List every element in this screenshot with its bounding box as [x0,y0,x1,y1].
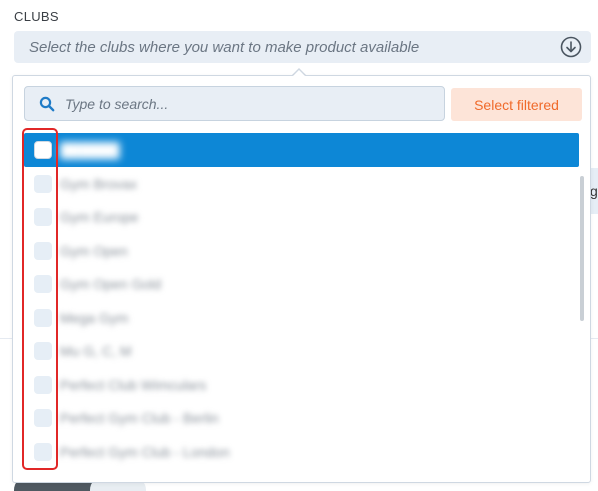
club-label: Perfect Club Wimculars [60,377,207,393]
checkbox[interactable] [34,242,52,260]
list-item[interactable]: Mega Gym [24,301,579,335]
checkbox[interactable] [34,309,52,327]
club-label: Gym Europe [60,209,139,225]
list-item[interactable]: Gym Brovax [24,167,579,201]
list-item[interactable]: Perfect Gym Club - London [24,435,579,469]
list-item[interactable]: Gym Open Gold [24,267,579,301]
clubs-field-label: CLUBS [14,9,59,24]
checkbox[interactable] [34,376,52,394]
checkbox[interactable] [34,443,52,461]
list-item[interactable]: ██████ [24,133,579,167]
checkbox[interactable] [34,275,52,293]
checkbox[interactable] [34,175,52,193]
list-item[interactable]: Perfect Club Wimculars [24,368,579,402]
clubs-dropdown: Select filtered ██████ Gym Brovax Gym Eu… [12,75,591,483]
club-label: Gym Brovax [60,176,138,192]
select-filtered-button[interactable]: Select filtered [451,88,582,121]
list-item[interactable]: Gym Open [24,234,579,268]
checkbox[interactable] [34,141,52,159]
clubs-list: ██████ Gym Brovax Gym Europe Gym Open Gy… [24,133,579,478]
club-label: Mega Gym [60,310,129,326]
club-label: Perfect Gym Club - Berlin [60,410,219,426]
club-label: Perfect Gym Club - London [60,444,230,460]
search-icon [39,96,55,112]
clubs-select-placeholder: Select the clubs where you want to make … [29,39,420,56]
scrollbar[interactable] [580,176,584,321]
club-label: Mu G, C, M [60,343,132,359]
search-box[interactable] [24,86,445,121]
list-item[interactable]: Perfect Gym Club - Berlin [24,401,579,435]
page: g CLUBS Select the clubs where you want … [0,0,598,491]
dropdown-caret-inner [292,70,306,77]
checkbox[interactable] [34,409,52,427]
circle-arrow-down-icon[interactable] [560,36,582,58]
list-item[interactable]: Mu G, C, M [24,334,579,368]
checkbox[interactable] [34,208,52,226]
checkbox[interactable] [34,342,52,360]
club-label: Gym Open Gold [60,276,162,292]
list-item[interactable]: Gym Europe [24,200,579,234]
search-input[interactable] [65,87,435,120]
club-label: Gym Open [60,243,128,259]
clubs-select[interactable]: Select the clubs where you want to make … [14,31,591,63]
club-label: ██████ [60,142,120,158]
